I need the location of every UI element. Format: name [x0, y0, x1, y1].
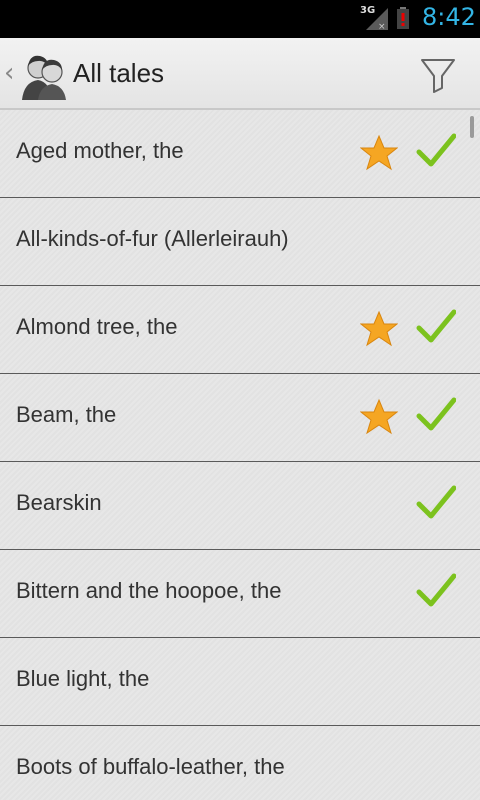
check-icon	[416, 309, 456, 343]
filter-icon[interactable]	[410, 52, 466, 98]
tale-title: Beam, the	[16, 402, 117, 427]
list-item[interactable]: Bearskin	[0, 462, 480, 550]
signal-icon: ×	[366, 8, 388, 30]
tale-title: Blue light, the	[16, 666, 150, 691]
list-item[interactable]: Bittern and the hoopoe, the	[0, 550, 480, 638]
check-icon	[416, 397, 456, 431]
list-item[interactable]: Beam, the	[0, 374, 480, 462]
tale-list[interactable]: Aged mother, the All-kinds-of-fur (Aller…	[0, 110, 480, 800]
tale-title: Aged mother, the	[16, 138, 184, 163]
list-item[interactable]: Boots of buffalo-leather, the	[0, 726, 480, 800]
action-bar: ‹ All tales	[0, 38, 480, 110]
page-title: All tales	[73, 58, 165, 88]
star-icon[interactable]	[360, 398, 398, 436]
tale-title: Bearskin	[16, 490, 102, 515]
clock: 8:42	[422, 3, 476, 31]
battery-icon	[397, 7, 409, 29]
check-icon	[416, 485, 456, 519]
star-icon[interactable]	[360, 310, 398, 348]
tale-title: All-kinds-of-fur (Allerleirauh)	[16, 226, 289, 251]
star-icon[interactable]	[360, 134, 398, 172]
chevron-left-icon[interactable]: ‹	[4, 58, 14, 88]
list-item[interactable]: Blue light, the	[0, 638, 480, 726]
check-icon	[416, 573, 456, 607]
status-bar: 3G × 8:42	[0, 0, 480, 38]
brothers-grimm-portrait-icon[interactable]	[18, 50, 70, 100]
check-icon	[416, 133, 456, 167]
svg-text:×: ×	[378, 22, 386, 30]
tale-title: Almond tree, the	[16, 314, 178, 339]
list-item[interactable]: Almond tree, the	[0, 286, 480, 374]
list-item[interactable]: Aged mother, the	[0, 110, 480, 198]
tale-title: Bittern and the hoopoe, the	[16, 578, 282, 603]
tale-title: Boots of buffalo-leather, the	[16, 754, 285, 779]
list-item[interactable]: All-kinds-of-fur (Allerleirauh)	[0, 198, 480, 286]
